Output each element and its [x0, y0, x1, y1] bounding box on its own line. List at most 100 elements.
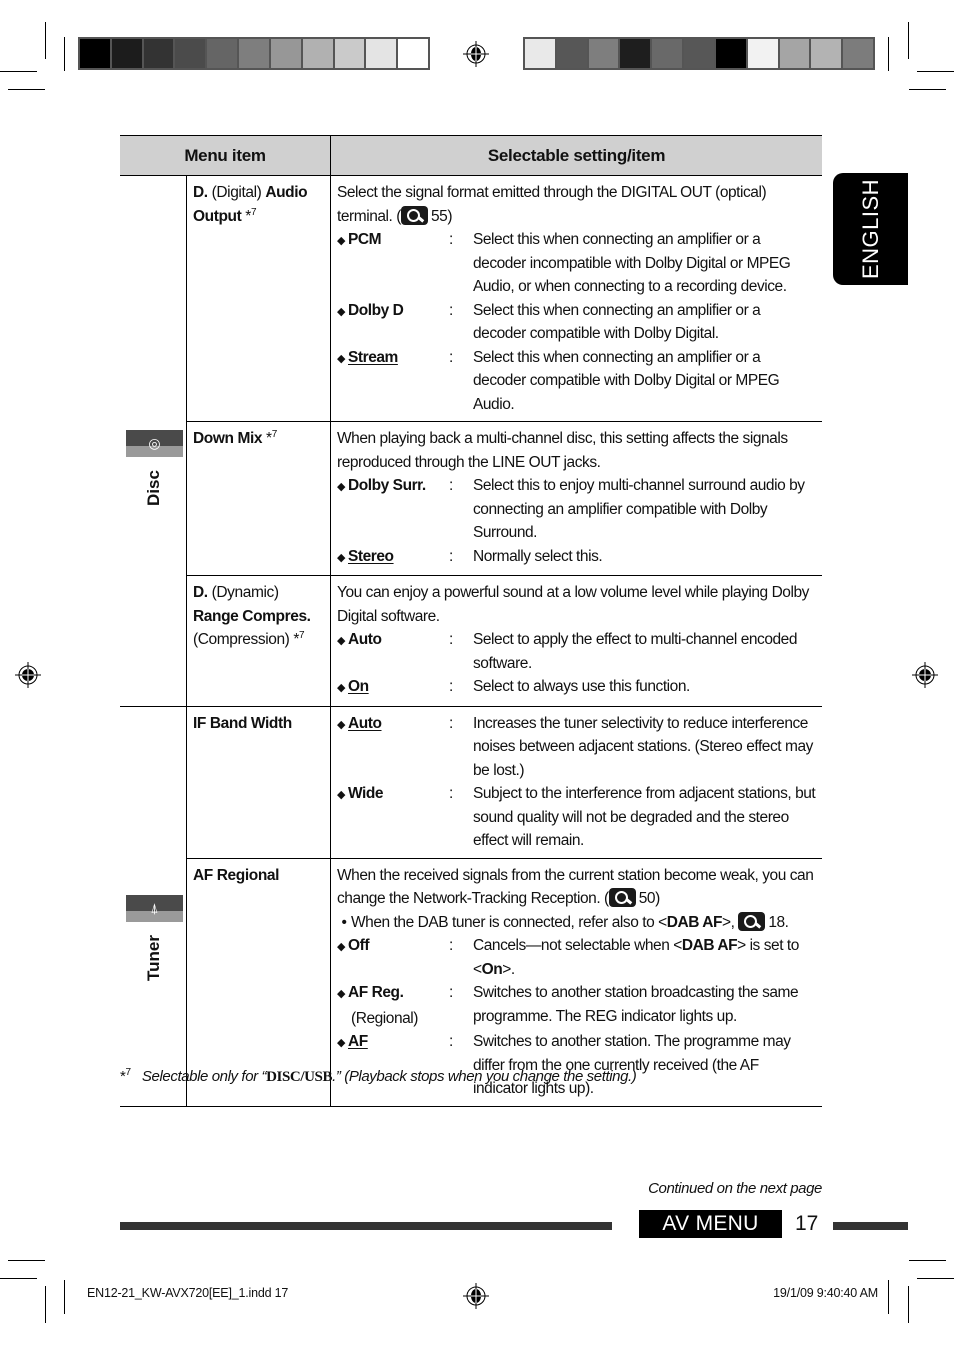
option-wide: ◆ Wide: Subject to the interference from a… — [337, 782, 816, 853]
registration-mark-icon — [15, 662, 41, 688]
crop-mark — [0, 1278, 37, 1279]
color-swatch — [270, 39, 301, 68]
color-swatch — [556, 39, 587, 68]
setting-intro: When the received signals from the curre… — [337, 864, 816, 911]
option-name: ◆ Wide — [337, 782, 449, 853]
option-name: ◆ AF Reg. (Regional) — [337, 981, 449, 1030]
option-colon: : — [449, 678, 453, 695]
crop-mark — [908, 1286, 909, 1323]
menu-item-cell: D. (Digital) Audio Output *7 — [187, 176, 331, 421]
option-name: ◆ Dolby Surr. — [337, 474, 449, 545]
option-stereo: ◆ Stereo: Normally select this. — [337, 545, 816, 571]
bullet-dot: • — [341, 913, 347, 931]
color-swatch — [207, 39, 238, 68]
option-dolby-surr: ◆ Dolby Surr.: Select this to enjoy multi-… — [337, 474, 816, 545]
setting-intro-text: You can enjoy a powerful sound at a low … — [337, 584, 809, 625]
table-header: Menu item Selectable setting/item — [120, 135, 822, 176]
option-colon: : — [449, 1033, 453, 1050]
menu-item-text: Down Mix — [193, 430, 263, 447]
option-af-reg: ◆ AF Reg. (Regional): Switches to another s… — [337, 981, 816, 1030]
menu-item-text: (Dynamic) — [207, 584, 279, 601]
setting-cell: ◆ Auto: Increases the tuner selectivity to… — [331, 707, 822, 858]
option-name-default: Stereo — [348, 547, 394, 565]
ref-paren: ) — [447, 207, 453, 225]
category-group-disc: ◎ Disc D. (Digital) Audio Output *7 Select … — [120, 176, 822, 707]
crop-mark — [64, 1280, 65, 1314]
color-swatch — [779, 39, 810, 68]
setting-intro-text: When the received signals from the curre… — [337, 866, 814, 908]
category-group-tuner: ⍋ Tuner IF Band Width ◆ Auto: Increases the t… — [120, 706, 822, 1107]
settings-table: Menu item Selectable setting/item ◎ Disc D… — [120, 135, 822, 1107]
header-selectable-setting: Selectable setting/item — [487, 145, 666, 165]
option-name-text: Wide — [348, 785, 384, 802]
diamond-bullet-icon: ◆ — [337, 1037, 346, 1049]
menu-item-text: AF Regional — [193, 866, 280, 884]
option-description: Cancels—not selectable when <DAB AF> is … — [473, 934, 816, 981]
table-row: Down Mix *7 When playing back a multi-cha… — [187, 422, 822, 576]
setting-cell: When playing back a multi-channel disc, … — [331, 422, 822, 575]
option-description: Select this to enjoy multi-channel surro… — [473, 477, 805, 541]
diamond-bullet-icon: ◆ — [337, 635, 346, 647]
category-cell: ◎ Disc — [120, 176, 187, 706]
option-af: ◆ AF: Switches to another station. The pro… — [337, 1030, 816, 1101]
setting-intro: When playing back a multi-channel disc, … — [337, 427, 816, 474]
crop-mark — [8, 1260, 45, 1261]
tuner-antenna-icon: ⍋ — [126, 894, 183, 922]
option-name: ◆ Auto — [337, 628, 449, 675]
footnote-ref: 7 — [271, 428, 278, 440]
crop-mark — [917, 71, 954, 72]
setting-intro-text: When playing back a multi-channel disc, … — [337, 430, 788, 471]
color-swatch — [80, 39, 110, 68]
option-description: Select this when connecting an amplifier… — [473, 231, 791, 295]
reference-magnifier-icon — [608, 888, 636, 907]
crop-mark — [45, 1286, 46, 1323]
diamond-bullet-icon: ◆ — [337, 352, 346, 365]
menu-item-cell: Down Mix *7 — [187, 422, 331, 575]
option-description: Subject to the interference from adjacen… — [473, 785, 816, 849]
option-name-text: Auto — [348, 631, 382, 648]
language-tab-label: ENGLISH — [857, 178, 883, 280]
diamond-bullet-icon: ◆ — [337, 988, 346, 1000]
option-colon: : — [449, 301, 453, 319]
crop-mark — [888, 1280, 889, 1314]
option-auto: ◆ Auto: Increases the tuner selectivity to… — [337, 712, 816, 783]
color-swatch — [366, 39, 397, 68]
option-name-text: PCM — [348, 231, 382, 248]
color-swatch — [525, 39, 555, 68]
option-name-text: AF Reg. — [348, 984, 404, 1001]
option-description-part: On — [481, 960, 503, 978]
menu-item-text: D. — [193, 584, 208, 601]
menu-item-cell: IF Band Width — [187, 706, 331, 858]
option-colon: : — [449, 547, 453, 565]
option-name: ◆ On — [337, 675, 449, 701]
footnote: *7 Selectable only for “DISC/USB.” (Play… — [120, 1067, 637, 1086]
option-name: ◆ Stream — [337, 346, 449, 417]
footnote-number: 7 — [125, 1067, 131, 1078]
footnote-text-bold: DISC/USB — [266, 1069, 333, 1085]
color-swatch — [302, 39, 333, 68]
registration-mark-icon — [912, 662, 938, 688]
ref-page: 18. — [768, 913, 789, 931]
registration-mark-icon — [463, 41, 489, 67]
note-text-part: >, — [722, 913, 739, 931]
color-swatch — [715, 39, 746, 68]
ref-page: 55 — [430, 207, 448, 225]
slug-file-name: EN12-21_KW-AVX720[EE]_1.indd 17 — [87, 1286, 289, 1300]
category-rows: IF Band Width ◆ Auto: Increases the tuner s… — [187, 706, 822, 1106]
menu-item-cell: D. (Dynamic) Range Compres. (Compression) … — [187, 576, 331, 706]
option-description: Increases the tuner selectivity to reduc… — [473, 714, 813, 779]
diamond-bullet-icon: ◆ — [337, 718, 346, 731]
disc-icon: ◎ — [126, 430, 183, 457]
crop-mark — [909, 89, 946, 90]
color-swatch — [811, 39, 842, 68]
table-row: D. (Dynamic) Range Compres. (Compression) … — [187, 576, 822, 706]
crop-mark — [45, 22, 46, 59]
option-name-default: AF — [348, 1033, 368, 1050]
color-swatch — [398, 39, 428, 68]
note-text-part: When the DAB tuner is connected, refer a… — [351, 913, 667, 931]
option-name: ◆ PCM — [337, 228, 449, 299]
color-swatch — [684, 39, 714, 68]
note-text: When the DAB tuner is connected, refer a… — [351, 911, 789, 935]
menu-item-text: (Digital) — [207, 184, 266, 201]
footer-rule-left — [120, 1222, 612, 1230]
